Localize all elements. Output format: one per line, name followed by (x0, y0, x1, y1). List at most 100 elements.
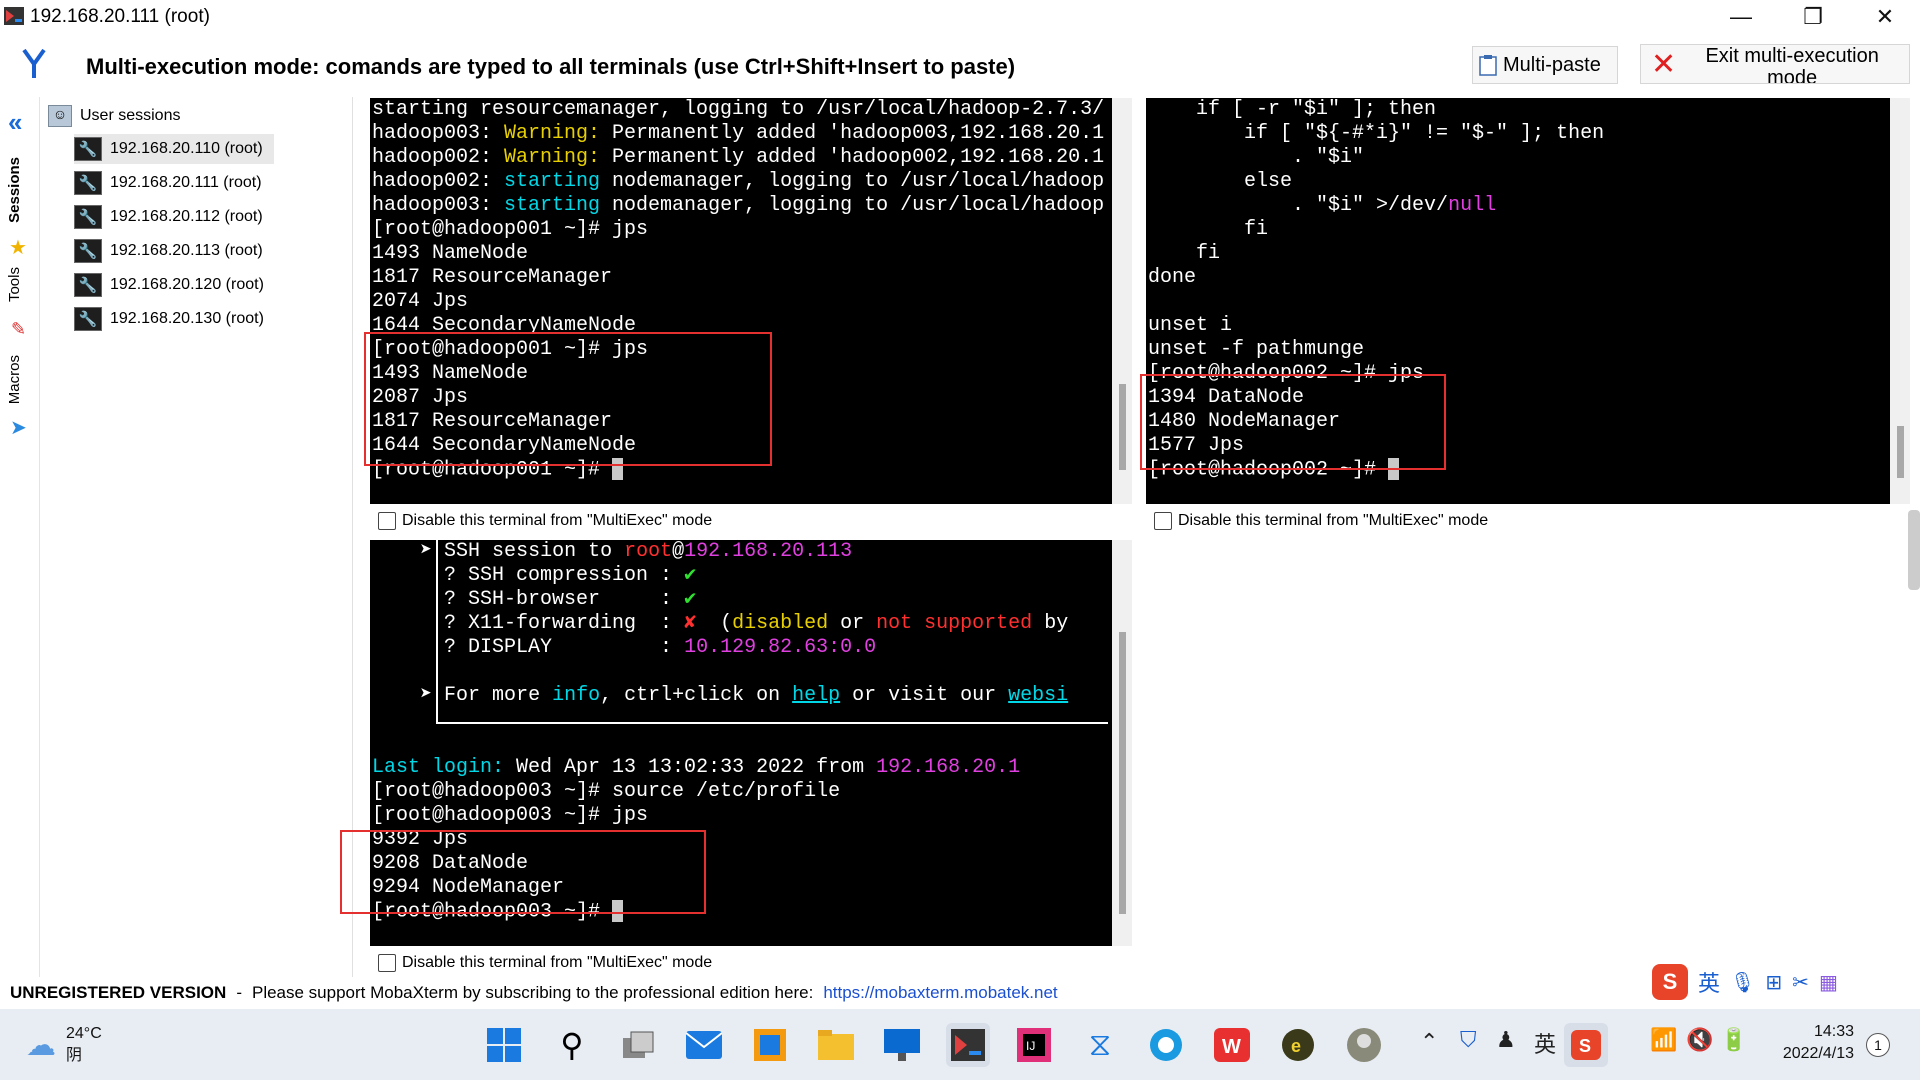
terminal-line: else (1148, 170, 1293, 193)
checkbox-label: Disable this terminal from "MultiExec" m… (402, 512, 713, 529)
clock-time: 14:33 (1813, 1023, 1854, 1040)
close-red-icon: ✕ (1651, 47, 1677, 81)
status-message: Please support MobaXterm by subscribing … (251, 983, 814, 1002)
exit-multi-exec-label: Exit multi-execution mode (1705, 45, 1879, 84)
session-label: 192.168.20.130 (root) (110, 310, 264, 327)
checkbox-label: Disable this terminal from "MultiExec" m… (1178, 512, 1489, 529)
session-item[interactable]: 🔧 192.168.20.130 (root) (74, 304, 264, 334)
session-label: 192.168.20.120 (root) (110, 276, 264, 293)
windows-start-icon[interactable] (482, 1023, 526, 1067)
file-explorer-icon[interactable] (814, 1023, 858, 1067)
volume-muted-icon[interactable]: 🔇 (1686, 1027, 1713, 1053)
terminal-line: unset i (1148, 314, 1233, 337)
intellij-icon[interactable]: IJ (1012, 1023, 1056, 1067)
search-icon[interactable]: ⚲ (550, 1023, 594, 1067)
unregistered-label: UNREGISTERED VERSION (10, 983, 227, 1002)
vscode-icon[interactable]: ⧖ (1078, 1023, 1122, 1067)
terminal-line: hadoop003: Warning: Permanently added 'h… (372, 122, 1105, 145)
terminal-line: unset -f pathmunge (1148, 338, 1365, 361)
disable-multiexec-checkbox[interactable]: Disable this terminal from "MultiExec" m… (378, 954, 712, 972)
multi-exec-header: Multi-execution mode: comands are typed … (0, 34, 1920, 96)
tab-tools[interactable]: Tools (6, 267, 23, 302)
mobatek-link[interactable]: https://mobaxterm.mobatek.net (823, 983, 1057, 1003)
terminal-line: hadoop002: starting nodemanager, logging… (372, 170, 1105, 193)
checkbox-label: Disable this terminal from "MultiExec" m… (402, 954, 713, 971)
ime-mode[interactable]: 英 (1698, 966, 1720, 998)
checkbox-box[interactable] (378, 954, 396, 972)
terminal-3-scrollbar[interactable] (1112, 540, 1132, 946)
terminal-1-scrollbar[interactable] (1112, 98, 1132, 504)
ssh-banner-border (436, 540, 1108, 724)
avatar-app-icon[interactable] (1342, 1023, 1386, 1067)
grid-icon[interactable]: ▦ (1819, 970, 1838, 995)
terminal-2-scrollbar[interactable] (1890, 98, 1910, 504)
session-label: 192.168.20.113 (root) (110, 242, 263, 259)
minimize-button[interactable]: — (1712, 2, 1770, 32)
mic-icon[interactable]: 🎙 (1730, 970, 1755, 995)
exit-multi-exec-button[interactable]: ✕ Exit multi-execution mode (1640, 44, 1910, 84)
ime-language[interactable]: 英 (1534, 1027, 1556, 1059)
ssh-key-icon: 🔧 (74, 171, 102, 195)
session-item[interactable]: 🔧 192.168.20.120 (root) (74, 270, 264, 300)
qq-icon[interactable]: ♟ (1496, 1027, 1516, 1053)
tab-sessions[interactable]: Sessions (6, 157, 23, 223)
battery-icon[interactable]: 🔋 (1720, 1027, 1747, 1053)
scissors-icon[interactable]: ✂ (1792, 970, 1809, 995)
wps-icon[interactable]: W (1210, 1023, 1254, 1067)
session-item[interactable]: 🔧 192.168.20.110 (root) (74, 134, 274, 164)
star-icon: ★ (9, 237, 27, 259)
remote-app-icon[interactable] (748, 1023, 792, 1067)
collapse-icon[interactable]: « (8, 107, 22, 138)
svg-text:e: e (1291, 1036, 1301, 1056)
translate-icon[interactable]: ⊞ (1765, 970, 1782, 995)
cloud-icon: ☁ (26, 1028, 56, 1062)
side-handle[interactable] (1908, 510, 1920, 590)
ime-toolbar[interactable]: S 英 🎙 ⊞ ✂ ▦ (1652, 962, 1920, 1002)
checkbox-box[interactable] (1154, 512, 1172, 530)
session-label: 192.168.20.110 (root) (110, 140, 263, 157)
mail-icon[interactable] (682, 1023, 726, 1067)
multi-paste-label: Multi-paste (1503, 53, 1601, 76)
terminal-line: Last login: Wed Apr 13 13:02:33 2022 fro… (372, 756, 1021, 779)
terminal-line: 2074 Jps (372, 290, 469, 313)
session-item[interactable]: 🔧 192.168.20.113 (root) (74, 236, 263, 266)
clipboard-icon (1479, 55, 1497, 76)
shield-icon[interactable]: ⛉ (1460, 1027, 1477, 1053)
session-item[interactable]: 🔧 192.168.20.111 (root) (74, 168, 262, 198)
chevron-up-icon[interactable]: ⌃ (1420, 1029, 1438, 1055)
title-bar: 192.168.20.111 (root) — ❐ ✕ (0, 0, 1920, 34)
editor-icon[interactable]: e (1276, 1023, 1320, 1067)
tab-macros[interactable]: Macros (6, 355, 23, 404)
sogou-taskbar-icon[interactable]: S (1564, 1023, 1608, 1067)
svg-text:S: S (1579, 1036, 1591, 1056)
highlight-box (1140, 374, 1446, 470)
sessions-panel: ☺ User sessions 🔧 192.168.20.110 (root) 🔧… (40, 97, 353, 977)
restore-button[interactable]: ❐ (1784, 2, 1842, 32)
remote-desktop-icon[interactable] (880, 1023, 924, 1067)
task-view-icon[interactable] (616, 1023, 660, 1067)
mobaxterm-app-icon (4, 7, 24, 25)
browser-icon[interactable] (1144, 1023, 1188, 1067)
wifi-icon[interactable]: 📶 (1650, 1027, 1677, 1053)
terminal-line: [root@hadoop003 ~]# jps (372, 804, 649, 827)
disable-multiexec-checkbox[interactable]: Disable this terminal from "MultiExec" m… (1154, 512, 1488, 530)
multi-paste-button[interactable]: Multi-paste (1472, 46, 1618, 84)
tools-icon: ✎ (11, 319, 27, 339)
mobaxterm-taskbar-icon[interactable] (946, 1023, 990, 1067)
clock[interactable]: 14:33 2022/4/13 (1764, 1021, 1854, 1065)
user-sessions-label: User sessions (80, 107, 181, 124)
taskbar: ☁ 24°C 阴 ⚲ IJ ⧖ W e S ⌃ ⛉ ♟ 英 📶 🔇 🔋 14:3… (0, 1009, 1920, 1080)
weather-widget[interactable]: ☁ 24°C 阴 (26, 1023, 102, 1067)
close-button[interactable]: ✕ (1856, 2, 1914, 32)
session-item[interactable]: 🔧 192.168.20.112 (root) (74, 202, 263, 232)
disable-multiexec-checkbox[interactable]: Disable this terminal from "MultiExec" m… (378, 512, 712, 530)
checkbox-box[interactable] (378, 512, 396, 530)
multi-exec-message: Multi-execution mode: comands are typed … (86, 54, 1016, 79)
user-sessions-folder[interactable]: ☺ User sessions (48, 105, 180, 127)
highlight-box (340, 830, 706, 914)
svg-text:IJ: IJ (1026, 1039, 1035, 1053)
window-title: 192.168.20.111 (root) (30, 6, 210, 27)
notification-badge[interactable]: 1 (1866, 1033, 1890, 1057)
